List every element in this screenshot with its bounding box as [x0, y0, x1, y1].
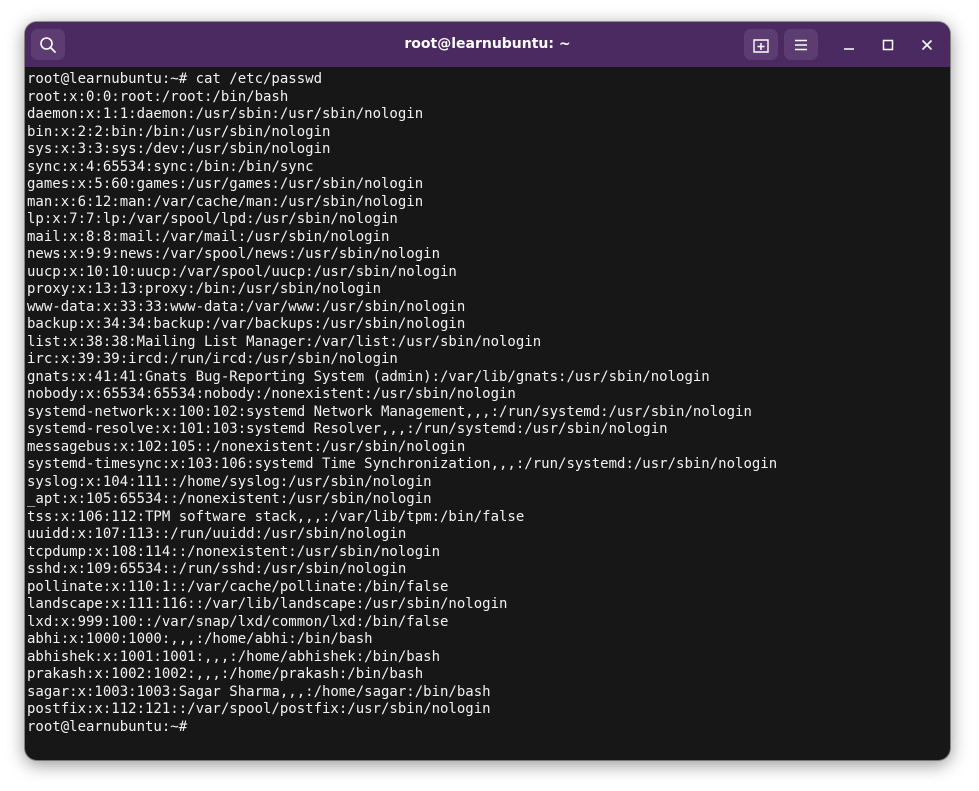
- output-line: irc:x:39:39:ircd:/run/ircd:/usr/sbin/nol…: [27, 351, 398, 367]
- output-line: _apt:x:105:65534::/nonexistent:/usr/sbin…: [27, 491, 432, 507]
- maximize-icon: [882, 39, 894, 51]
- output-line: sagar:x:1003:1003:Sagar Sharma,,,:/home/…: [27, 683, 491, 700]
- output-line: tss:x:106:112:TPM software stack,,,:/var…: [27, 508, 525, 525]
- output-line: uucp:x:10:10:uucp:/var/spool/uucp:/usr/s…: [27, 263, 457, 280]
- output-line: games:x:5:60:games:/usr/games:/usr/sbin/…: [27, 176, 424, 192]
- output-line: sys:x:3:3:sys:/dev:/usr/sbin/nologin: [27, 141, 331, 157]
- search-icon: [40, 36, 56, 53]
- output-line: lp:x:7:7:lp:/var/spool/lpd:/usr/sbin/nol…: [27, 211, 398, 227]
- output-line: landscape:x:111:116::/var/lib/landscape:…: [27, 596, 508, 612]
- terminal-window: root@learnubuntu: ~ root@learnubuntu:~# …: [25, 22, 950, 760]
- output-line: abhishek:x:1001:1001:,,,:/home/abhishek:…: [27, 648, 441, 665]
- terminal-output[interactable]: root@learnubuntu:~# cat /etc/passwd root:…: [27, 71, 947, 755]
- new-tab-button[interactable]: [744, 29, 778, 60]
- output-line: tcpdump:x:108:114::/nonexistent:/usr/sbi…: [27, 543, 441, 560]
- output-line: systemd-timesync:x:103:106:systemd Time …: [27, 456, 778, 472]
- close-icon: [921, 39, 933, 51]
- output-line: systemd-resolve:x:101:103:systemd Resolv…: [27, 421, 668, 437]
- minimize-icon: [844, 48, 854, 50]
- output-line: nobody:x:65534:65534:nobody:/nonexistent…: [27, 386, 516, 402]
- output-line: sync:x:4:65534:sync:/bin:/bin/sync: [27, 158, 314, 175]
- output-line: mail:x:8:8:mail:/var/mail:/usr/sbin/nolo…: [27, 228, 390, 245]
- output-line: pollinate:x:110:1::/var/cache/pollinate:…: [27, 578, 449, 595]
- output-line: man:x:6:12:man:/var/cache/man:/usr/sbin/…: [27, 193, 424, 210]
- hamburger-menu-icon: [795, 39, 807, 50]
- close-button[interactable]: [913, 31, 941, 59]
- output-line: uuidd:x:107:113::/run/uuidd:/usr/sbin/no…: [27, 526, 407, 542]
- output-line: sshd:x:109:65534::/run/sshd:/usr/sbin/no…: [27, 561, 407, 577]
- output-line: root:x:0:0:root:/root:/bin/bash: [27, 88, 289, 105]
- output-line: news:x:9:9:news:/var/spool/news:/usr/sbi…: [27, 246, 441, 262]
- output-line: prakash:x:1002:1002:,,,:/home/prakash:/b…: [27, 666, 424, 682]
- output-line: messagebus:x:102:105::/nonexistent:/usr/…: [27, 438, 466, 455]
- output-line: postfix:x:112:121::/var/spool/postfix:/u…: [27, 701, 491, 717]
- maximize-button[interactable]: [874, 31, 902, 59]
- output-line: daemon:x:1:1:daemon:/usr/sbin:/usr/sbin/…: [27, 106, 424, 122]
- output-line: systemd-network:x:100:102:systemd Networ…: [27, 403, 752, 420]
- output-line: abhi:x:1000:1000:,,,:/home/abhi:/bin/bas…: [27, 631, 373, 647]
- prompt-line: root@learnubuntu:~# cat /etc/passwd: [27, 71, 323, 87]
- output-line: www-data:x:33:33:www-data:/var/www:/usr/…: [27, 298, 466, 315]
- new-tab-icon: [753, 38, 769, 53]
- output-line: lxd:x:999:100::/var/snap/lxd/common/lxd:…: [27, 613, 449, 630]
- title-bar[interactable]: root@learnubuntu: ~: [25, 22, 950, 67]
- output-line: syslog:x:104:111::/home/syslog:/usr/sbin…: [27, 473, 432, 490]
- search-button[interactable]: [31, 29, 65, 60]
- output-line: backup:x:34:34:backup:/var/backups:/usr/…: [27, 316, 466, 332]
- minimize-button[interactable]: [835, 31, 863, 59]
- menu-button[interactable]: [784, 29, 818, 60]
- prompt-line: root@learnubuntu:~#: [27, 718, 196, 735]
- output-line: list:x:38:38:Mailing List Manager:/var/l…: [27, 333, 542, 350]
- output-line: gnats:x:41:41:Gnats Bug-Reporting System…: [27, 368, 710, 385]
- output-line: proxy:x:13:13:proxy:/bin:/usr/sbin/nolog…: [27, 281, 382, 297]
- output-line: bin:x:2:2:bin:/bin:/usr/sbin/nologin: [27, 123, 331, 140]
